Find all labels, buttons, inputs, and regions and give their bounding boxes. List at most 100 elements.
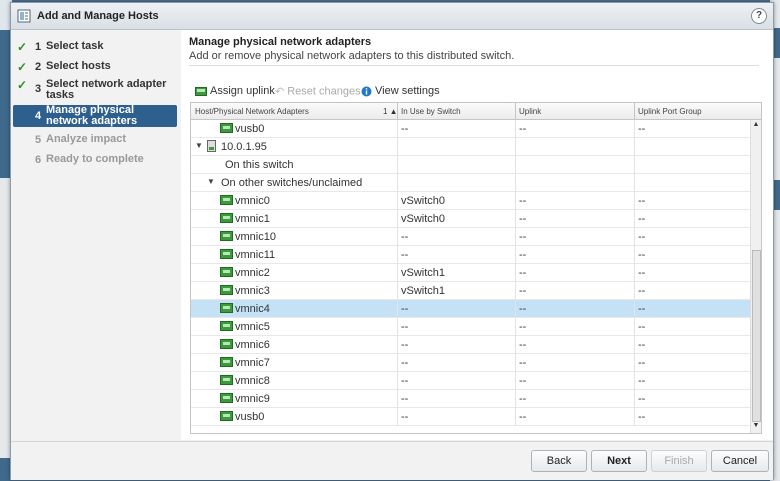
back-button[interactable]: Back <box>531 450 587 472</box>
network-adapter-icon <box>220 285 233 295</box>
adapter-name: vusb0 <box>235 411 265 423</box>
step-number: 4 <box>35 110 42 122</box>
table-row[interactable]: vmnic5 -- -- -- <box>191 318 750 336</box>
step-label: Analyze impact <box>46 133 127 145</box>
table-row[interactable]: vmnic2 vSwitch1 -- -- <box>191 264 750 282</box>
in-use-by-switch: vSwitch1 <box>401 267 446 279</box>
uplink-value: -- <box>519 303 527 315</box>
table-row[interactable]: vmnic11 -- -- -- <box>191 246 750 264</box>
uplink-value: -- <box>519 321 527 333</box>
step-select-network-adapter-tasks[interactable]: ✓ 3 Select network adapter tasks <box>11 78 181 102</box>
next-button[interactable]: Next <box>591 450 647 472</box>
adapter-name: vmnic1 <box>235 213 270 225</box>
scroll-thumb[interactable] <box>752 250 761 422</box>
step-label: Ready to complete <box>46 153 144 165</box>
sort-indicator[interactable]: 1 ▲ <box>383 107 398 116</box>
network-adapter-icon <box>220 231 233 241</box>
in-use-by-switch: vSwitch0 <box>401 195 446 207</box>
step-number: 2 <box>35 61 42 73</box>
uplink-value: -- <box>519 375 527 387</box>
table-row[interactable]: ▼ On other switches/unclaimed <box>191 174 750 192</box>
view-settings-label: View settings <box>375 85 440 97</box>
adapter-name: On this switch <box>225 159 294 171</box>
step-analyze-impact: 5 Analyze impact <box>11 133 181 147</box>
assign-uplink-icon <box>195 87 207 97</box>
uplink-port-group-value: -- <box>638 321 646 333</box>
adapter-name: vmnic0 <box>235 195 270 207</box>
column-header-host-adapters[interactable]: Host/Physical Network Adapters <box>195 107 309 116</box>
step-label: Select hosts <box>46 60 111 72</box>
info-icon <box>361 86 372 97</box>
table-row[interactable]: vmnic8 -- -- -- <box>191 372 750 390</box>
grid-vertical-scrollbar[interactable]: ▲ ▼ <box>750 120 761 433</box>
column-header-in-use-by-switch[interactable]: In Use by Switch <box>401 107 461 116</box>
finish-button[interactable]: Finish <box>651 450 707 472</box>
adapter-name: vmnic7 <box>235 357 270 369</box>
step-manage-physical-adapters[interactable]: 4 Manage physical network adapters <box>13 105 177 127</box>
adapter-name: vmnic4 <box>235 303 270 315</box>
table-row[interactable]: vmnic3 vSwitch1 -- -- <box>191 282 750 300</box>
page-title: Manage physical network adapters <box>189 36 372 48</box>
uplink-port-group-value: -- <box>638 357 646 369</box>
table-row[interactable]: vmnic0 vSwitch0 -- -- <box>191 192 750 210</box>
scroll-up-icon[interactable]: ▲ <box>752 121 760 131</box>
adapter-name: vusb0 <box>235 123 265 135</box>
expand-toggle-icon[interactable]: ▼ <box>195 141 203 150</box>
step-ready-to-complete: 6 Ready to complete <box>11 153 181 167</box>
uplink-port-group-value: -- <box>638 213 646 225</box>
table-row[interactable]: ▼ 10.0.1.95 <box>191 138 750 156</box>
check-icon: ✓ <box>17 78 28 92</box>
in-use-by-switch: -- <box>401 303 409 315</box>
step-number: 3 <box>35 83 42 95</box>
column-header-uplink[interactable]: Uplink <box>519 107 541 116</box>
network-adapter-icon <box>220 375 233 385</box>
check-icon: ✓ <box>17 40 28 54</box>
uplink-port-group-value: -- <box>638 249 646 261</box>
table-row[interactable]: vusb0 -- -- -- <box>191 408 750 426</box>
network-adapter-icon <box>220 213 233 223</box>
reset-changes-button[interactable]: ↶ Reset changes <box>275 85 361 98</box>
reset-changes-label: Reset changes <box>287 85 361 98</box>
step-select-task[interactable]: ✓ 1 Select task <box>11 40 181 54</box>
adapter-name: On other switches/unclaimed <box>221 177 363 189</box>
uplink-value: -- <box>519 357 527 369</box>
adapters-grid: Host/Physical Network Adapters 1 ▲ In Us… <box>190 102 762 434</box>
network-adapter-icon <box>220 123 233 133</box>
scroll-down-icon[interactable]: ▼ <box>752 422 760 432</box>
help-icon[interactable]: ? <box>751 8 767 24</box>
uplink-value: -- <box>519 393 527 405</box>
in-use-by-switch: -- <box>401 411 409 423</box>
adapter-name: vmnic3 <box>235 285 270 297</box>
network-adapter-icon <box>220 357 233 367</box>
in-use-by-switch: -- <box>401 357 409 369</box>
assign-uplink-button[interactable]: Assign uplink <box>195 85 275 97</box>
table-row[interactable]: vmnic6 -- -- -- <box>191 336 750 354</box>
network-adapter-icon <box>220 267 233 277</box>
column-header-uplink-port-group[interactable]: Uplink Port Group <box>638 107 702 116</box>
uplink-value: -- <box>519 267 527 279</box>
uplink-value: -- <box>519 123 527 135</box>
grid-header: Host/Physical Network Adapters 1 ▲ In Us… <box>191 103 761 120</box>
dialog-title: Add and Manage Hosts <box>37 10 159 22</box>
network-adapter-icon <box>220 249 233 259</box>
in-use-by-switch: -- <box>401 321 409 333</box>
view-settings-button[interactable]: View settings <box>361 85 440 97</box>
table-row[interactable]: vmnic9 -- -- -- <box>191 390 750 408</box>
step-number: 1 <box>35 41 42 53</box>
expand-toggle-icon[interactable]: ▼ <box>207 177 215 186</box>
table-row[interactable]: vmnic4 -- -- -- <box>191 300 750 318</box>
in-use-by-switch: -- <box>401 249 409 261</box>
table-row[interactable]: vusb0 -- -- -- <box>191 120 750 138</box>
step-label: Manage physical network adapters <box>46 104 138 127</box>
table-row[interactable]: vmnic7 -- -- -- <box>191 354 750 372</box>
table-row[interactable]: On this switch <box>191 156 750 174</box>
table-row[interactable]: vmnic1 vSwitch0 -- -- <box>191 210 750 228</box>
in-use-by-switch: -- <box>401 393 409 405</box>
step-select-hosts[interactable]: ✓ 2 Select hosts <box>11 60 181 74</box>
network-adapter-icon <box>220 303 233 313</box>
table-row[interactable]: vmnic10 -- -- -- <box>191 228 750 246</box>
cancel-button[interactable]: Cancel <box>711 450 769 472</box>
uplink-port-group-value: -- <box>638 231 646 243</box>
network-adapter-icon <box>220 195 233 205</box>
uplink-value: -- <box>519 231 527 243</box>
